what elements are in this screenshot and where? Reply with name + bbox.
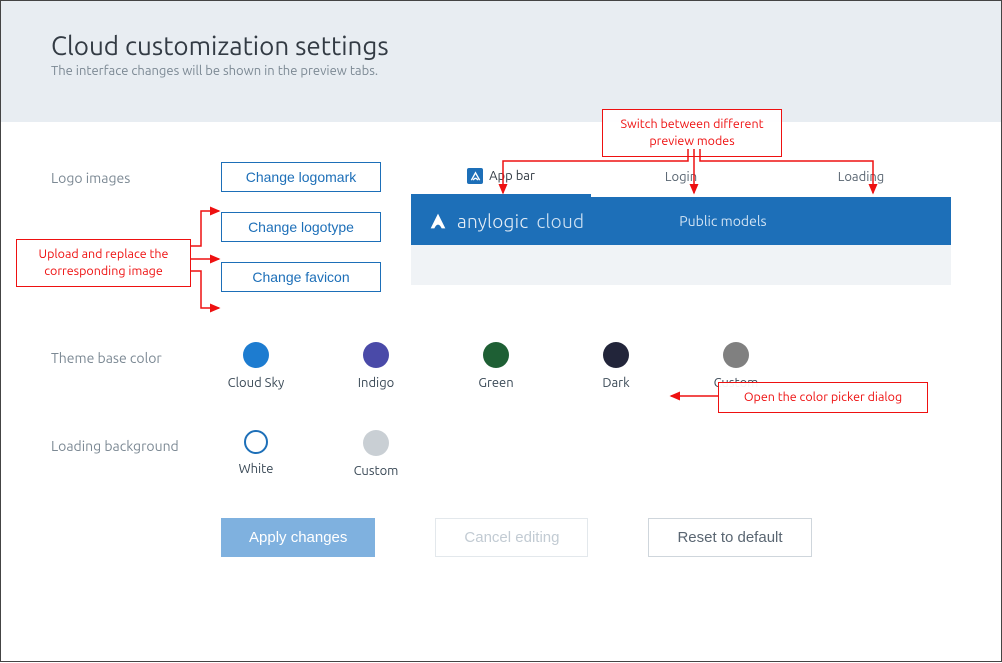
color-dot[interactable] (723, 342, 749, 368)
tab-label: Login (665, 170, 697, 184)
theme-swatch-cloud-sky: Cloud Sky (221, 342, 291, 390)
theme-swatches: Cloud SkyIndigoGreenDarkCustom (221, 342, 771, 390)
brand-sub: cloud (536, 210, 584, 232)
color-dot[interactable] (243, 342, 269, 368)
preview-tabs: App bar Login Loading (411, 162, 951, 197)
callout-color-picker: Open the color picker dialog (718, 382, 928, 413)
footer-buttons: Apply changes Cancel editing Reset to de… (221, 518, 951, 557)
tab-label: App bar (489, 169, 535, 183)
page-subtitle: The interface changes will be shown in t… (51, 64, 951, 78)
tab-app-bar[interactable]: App bar (411, 162, 591, 197)
tab-label: Loading (838, 170, 885, 184)
theme-swatch-indigo: Indigo (341, 342, 411, 390)
color-dot[interactable] (603, 342, 629, 368)
content: Logo images Change logomark Change logot… (1, 122, 1001, 577)
app-bar: anylogic cloud Public models (411, 197, 951, 245)
loading-swatch-white: White (221, 430, 291, 478)
nav-public-models[interactable]: Public models (679, 213, 766, 229)
apply-changes-button[interactable]: Apply changes (221, 518, 375, 557)
callout-upload: Upload and replace the corresponding ima… (16, 239, 191, 287)
logomark-icon (467, 168, 483, 184)
change-favicon-button[interactable]: Change favicon (221, 262, 381, 292)
swatch-label: Indigo (341, 376, 411, 390)
app-bar-preview: anylogic cloud Public models (411, 197, 951, 285)
preview-area: App bar Login Loading anylogic cloud Pub… (411, 162, 951, 285)
tab-login[interactable]: Login (591, 162, 771, 197)
loading-bg-label: Loading background (51, 430, 221, 454)
loading-swatches: White Custom (221, 430, 411, 478)
callout-tabs: Switch between different preview modes (602, 109, 782, 157)
logo-buttons: Change logomark Change logotype Change f… (221, 162, 401, 292)
brand: anylogic cloud (427, 210, 584, 232)
color-dot[interactable] (363, 342, 389, 368)
brand-icon (427, 210, 449, 232)
swatch-label: White (221, 462, 291, 476)
header: Cloud customization settings The interfa… (1, 1, 1001, 122)
logo-images-label: Logo images (51, 162, 221, 186)
reset-default-button[interactable]: Reset to default (648, 518, 811, 557)
change-logomark-button[interactable]: Change logomark (221, 162, 381, 192)
color-dot[interactable] (483, 342, 509, 368)
color-dot[interactable] (363, 430, 389, 456)
theme-color-label: Theme base color (51, 342, 221, 366)
theme-swatch-dark: Dark (581, 342, 651, 390)
loading-bg-row: Loading background White Custom (51, 430, 951, 478)
page-title: Cloud customization settings (51, 31, 951, 60)
swatch-label: Dark (581, 376, 651, 390)
swatch-label: Custom (341, 464, 411, 478)
loading-swatch-custom: Custom (341, 430, 411, 478)
swatch-label: Cloud Sky (221, 376, 291, 390)
change-logotype-button[interactable]: Change logotype (221, 212, 381, 242)
brand-main: anylogic (457, 210, 528, 232)
theme-swatch-green: Green (461, 342, 531, 390)
swatch-label: Green (461, 376, 531, 390)
color-dot[interactable] (244, 430, 268, 454)
tab-loading[interactable]: Loading (771, 162, 951, 197)
cancel-editing-button[interactable]: Cancel editing (435, 518, 588, 557)
